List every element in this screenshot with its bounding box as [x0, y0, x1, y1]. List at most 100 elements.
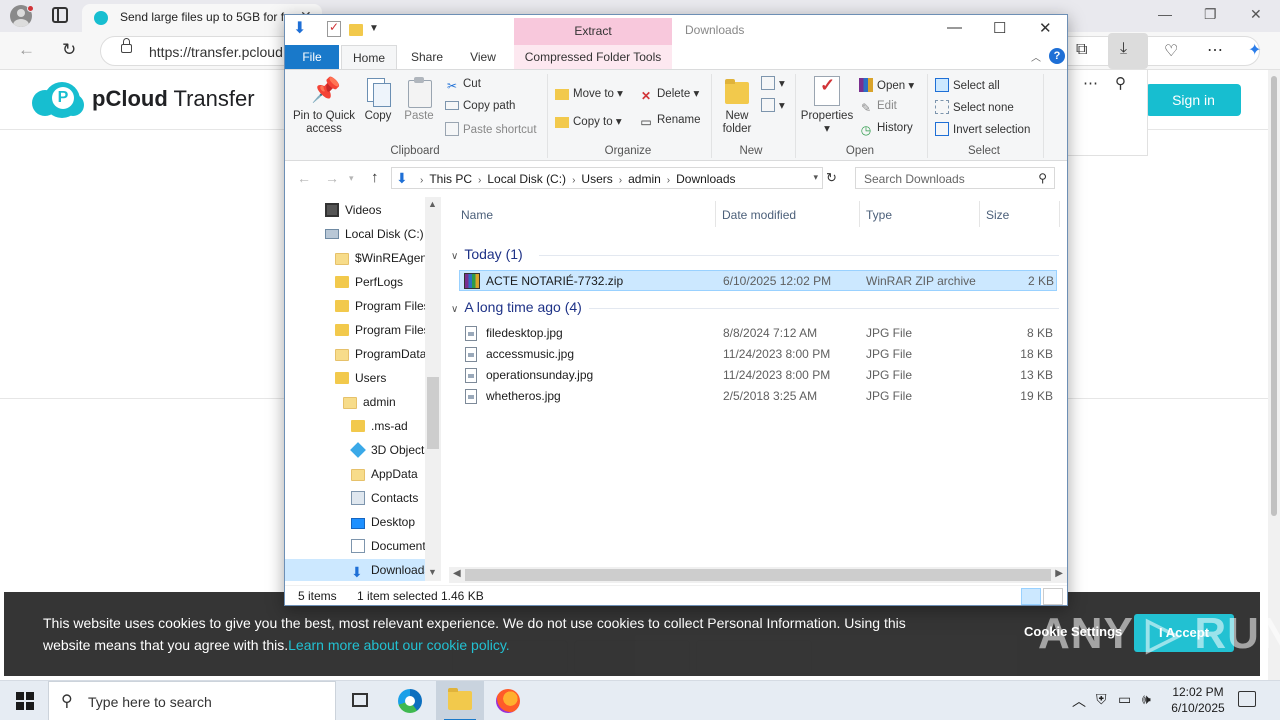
address-dropdown-icon[interactable]: ▾	[813, 172, 818, 183]
move-to-button[interactable]: Move to ▾	[555, 86, 623, 100]
column-divider[interactable]	[979, 201, 980, 227]
nav-item-program-files-x86[interactable]: Program Files	[335, 319, 430, 341]
nav-item-documents[interactable]: Documents	[351, 535, 432, 557]
nav-item-downloads[interactable]: ⬇ Downloads	[285, 559, 430, 581]
minimize-button[interactable]: —	[947, 19, 962, 36]
file-row[interactable]: filedesktop.jpg 8/8/2024 7:12 AM JPG Fil…	[459, 323, 1057, 344]
nav-item-appdata[interactable]: AppData	[351, 463, 418, 485]
rename-button[interactable]: ▭ Rename	[639, 114, 700, 129]
nav-item-programdata[interactable]: ProgramData	[335, 343, 426, 365]
select-all-button[interactable]: Select all	[935, 78, 1000, 92]
file-row[interactable]: ACTE NOTARIÉ-7732.zip 6/10/2025 12:02 PM…	[459, 270, 1057, 291]
nav-item-videos[interactable]: Videos	[325, 199, 381, 221]
firefox-taskbar-button[interactable]	[484, 681, 532, 720]
tab-compressed-folder-tools[interactable]: Compressed Folder Tools	[514, 45, 672, 69]
tab-view[interactable]: View	[461, 45, 505, 69]
cookie-policy-link[interactable]: Learn more about our cookie policy.	[288, 637, 510, 653]
scroll-right-icon[interactable]: ▶	[1055, 568, 1063, 579]
network-icon[interactable]: ▭	[1118, 691, 1131, 708]
quick-access-download-icon[interactable]: ⬇	[293, 21, 309, 39]
tab-actions-icon[interactable]	[52, 7, 68, 23]
taskbar-search-input[interactable]: ⚲ Type here to search	[48, 681, 336, 720]
edge-taskbar-button[interactable]	[386, 681, 434, 720]
large-icons-view-icon[interactable]	[1043, 588, 1063, 605]
downloads-button-highlight[interactable]	[1108, 33, 1148, 69]
nav-item-program-files[interactable]: Program Files	[335, 295, 430, 317]
nav-item-users[interactable]: Users	[335, 367, 386, 389]
back-icon[interactable]: ←	[297, 170, 311, 186]
column-header-size[interactable]: Size	[986, 203, 1009, 227]
scroll-down-icon[interactable]: ▼	[428, 567, 437, 577]
open-button[interactable]: Open ▾	[859, 78, 914, 92]
crumb-local-disk[interactable]: Local Disk (C:)	[487, 172, 566, 186]
close-button[interactable]: ✕	[1039, 19, 1052, 37]
tab-file[interactable]: File	[285, 45, 339, 69]
site-brand[interactable]: pCloud Transfer	[92, 86, 255, 112]
quick-access-properties-icon[interactable]	[327, 20, 341, 37]
recent-locations-icon[interactable]: ▾	[349, 173, 354, 184]
lock-icon[interactable]	[121, 38, 132, 53]
task-view-button[interactable]	[336, 681, 384, 720]
scroll-thumb[interactable]	[465, 569, 1051, 581]
file-row[interactable]: accessmusic.jpg 11/24/2023 8:00 PM JPG F…	[459, 344, 1057, 365]
horizontal-scrollbar[interactable]: ◀ ▶	[449, 567, 1067, 583]
more-menu-icon[interactable]: ⋯	[1207, 40, 1223, 60]
copy-path-button[interactable]: Copy path	[445, 100, 515, 112]
page-scrollbar[interactable]	[1268, 70, 1280, 680]
nav-item-desktop[interactable]: Desktop	[351, 511, 415, 533]
notifications-icon[interactable]	[1238, 691, 1256, 707]
collapse-ribbon-icon[interactable]: ︿	[1031, 49, 1041, 64]
invert-selection-button[interactable]: Invert selection	[935, 122, 1030, 136]
extract-context-tab[interactable]: Extract	[514, 18, 672, 45]
more-options-icon[interactable]: ⋯	[1083, 74, 1098, 92]
crumb-users[interactable]: Users	[581, 172, 612, 186]
select-none-button[interactable]: Select none	[935, 100, 1014, 114]
column-header-date[interactable]: Date modified	[722, 203, 796, 227]
details-view-icon[interactable]	[1021, 588, 1041, 605]
browser-maximize-button[interactable]: ❐	[1204, 6, 1217, 23]
clock[interactable]: 12:02 PM 6/10/2025	[1162, 684, 1234, 716]
scroll-left-icon[interactable]: ◀	[453, 568, 461, 579]
easy-access-button[interactable]: ▾	[761, 98, 785, 112]
security-icon[interactable]: ⛨	[1096, 691, 1107, 708]
pin-icon[interactable]: ⚲	[1115, 74, 1126, 92]
new-item-button[interactable]: ▾	[761, 76, 785, 90]
explorer-taskbar-button[interactable]	[436, 681, 484, 720]
properties-button[interactable]: Properties ▾	[799, 76, 855, 136]
quick-access-new-folder-icon[interactable]	[349, 24, 363, 36]
scroll-up-icon[interactable]: ▲	[428, 199, 437, 209]
paste-shortcut-button[interactable]: Paste shortcut	[445, 122, 537, 136]
nav-item-perflogs[interactable]: PerfLogs	[335, 271, 403, 293]
cut-button[interactable]: ✂ Cut	[445, 78, 481, 93]
browser-close-button[interactable]: ✕	[1250, 6, 1262, 23]
copy-button[interactable]: Copy	[361, 76, 395, 123]
volume-icon[interactable]: 🕪	[1142, 691, 1151, 708]
new-folder-button[interactable]: New folder	[717, 76, 757, 136]
nav-item-admin[interactable]: admin	[343, 391, 396, 413]
forward-icon[interactable]: →	[325, 170, 339, 186]
nav-item-winreagent[interactable]: $WinREAgent	[335, 247, 430, 269]
column-divider[interactable]	[715, 201, 716, 227]
search-input[interactable]: Search Downloads ⚲	[855, 167, 1055, 189]
address-box[interactable]: ⬇ › This PC › Local Disk (C:) › Users › admin › D…	[391, 167, 823, 189]
refresh-icon[interactable]: ↻	[826, 170, 837, 186]
crumb-downloads[interactable]: Downloads	[676, 172, 735, 186]
delete-button[interactable]: ✕ Delete ▾	[639, 86, 699, 103]
up-arrow-icon[interactable]: ↑	[371, 169, 379, 186]
show-hidden-icons-icon[interactable]: ︿	[1072, 691, 1086, 711]
paste-button[interactable]: Paste	[401, 76, 437, 123]
scroll-thumb[interactable]	[427, 377, 439, 449]
crumb-this-pc[interactable]: This PC	[429, 172, 472, 186]
sign-in-button[interactable]: Sign in	[1146, 84, 1241, 116]
copy-to-button[interactable]: Copy to ▾	[555, 114, 622, 128]
browser-essentials-icon[interactable]: ♡	[1164, 41, 1178, 61]
nav-item-contacts[interactable]: Contacts	[351, 487, 418, 509]
pin-to-quick-access-button[interactable]: 📌 Pin to Quick access	[289, 76, 359, 136]
nav-pane-scrollbar[interactable]: ▲ ▼	[425, 197, 441, 581]
nav-item-3d-objects[interactable]: 3D Objects	[350, 439, 430, 461]
downloads-icon[interactable]: ⤓	[1120, 40, 1127, 58]
edit-button[interactable]: ✎ Edit	[859, 100, 897, 115]
group-header-today[interactable]: ∨ Today (1)	[451, 244, 523, 264]
back-arrow-icon[interactable]: ←	[18, 40, 35, 60]
column-divider[interactable]	[1059, 201, 1060, 227]
